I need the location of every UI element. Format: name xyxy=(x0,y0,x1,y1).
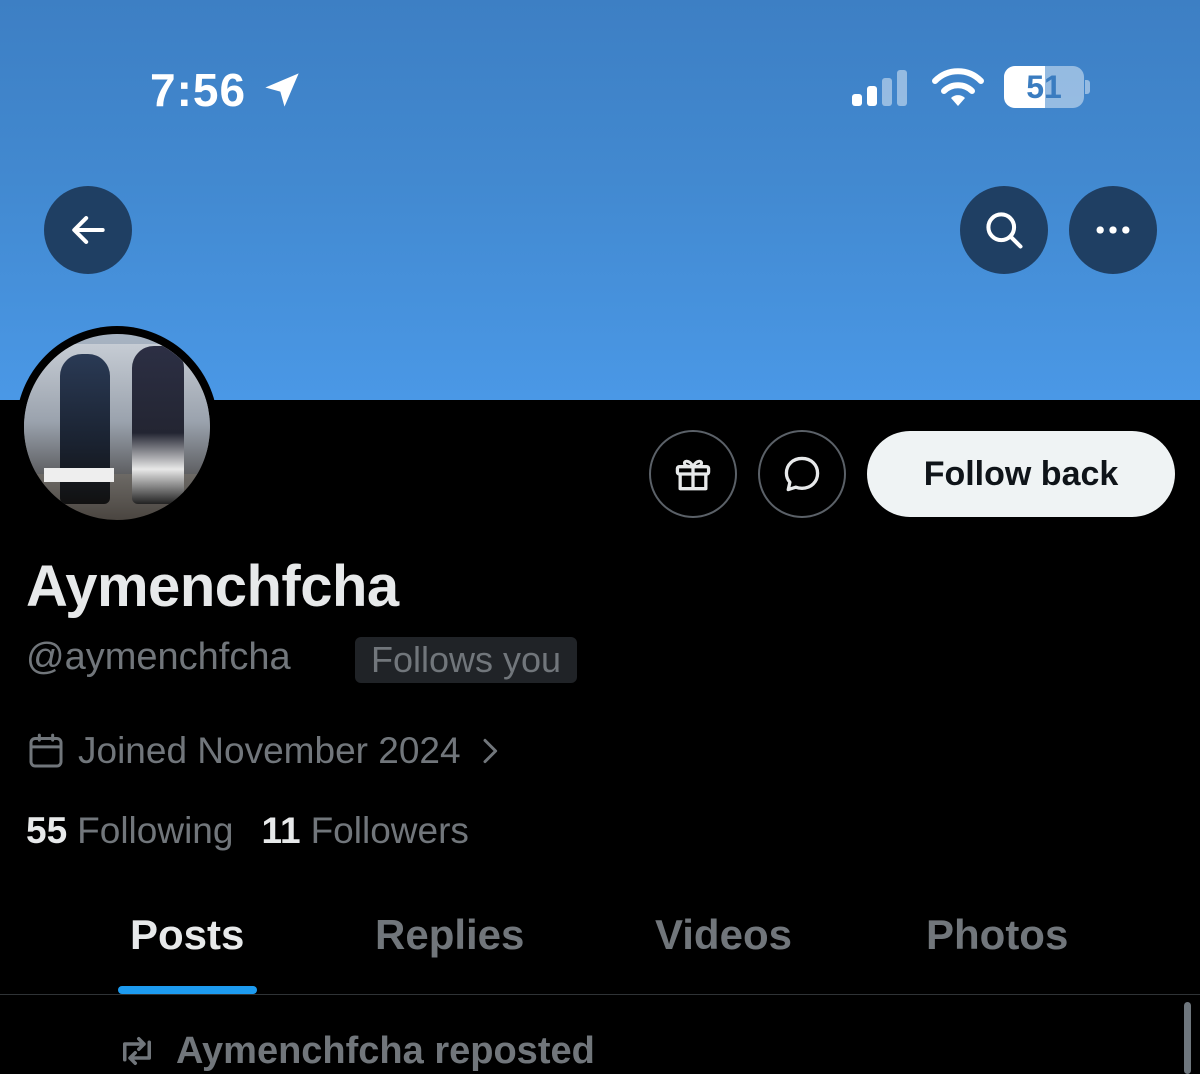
repost-label: Aymenchfcha reposted xyxy=(176,1030,595,1072)
avatar-wrapper[interactable] xyxy=(16,326,218,528)
search-icon xyxy=(986,212,1023,249)
avatar-photo-plate xyxy=(44,468,114,482)
following-count[interactable]: 55 xyxy=(26,810,67,852)
wifi-icon xyxy=(932,68,984,106)
avatar[interactable] xyxy=(24,334,210,520)
user-handle: @aymenchfcha xyxy=(26,636,291,678)
tab-posts[interactable]: Posts xyxy=(130,910,244,960)
battery-indicator: 51 xyxy=(1004,66,1084,108)
back-arrow-icon xyxy=(72,216,105,244)
cellular-signal-icon xyxy=(852,70,907,106)
battery-tip xyxy=(1085,80,1090,94)
follow-back-button[interactable]: Follow back xyxy=(867,431,1175,517)
repost-icon xyxy=(123,1037,151,1065)
follows-you-badge: Follows you xyxy=(355,637,578,683)
more-options-button[interactable] xyxy=(1069,186,1157,274)
joined-date-row[interactable]: Joined November 2024 xyxy=(26,728,505,774)
calendar-icon xyxy=(29,733,63,768)
tab-videos[interactable]: Videos xyxy=(655,910,792,960)
tab-replies[interactable]: Replies xyxy=(375,910,524,960)
display-name: Aymenchfcha xyxy=(26,554,399,619)
search-button[interactable] xyxy=(960,186,1048,274)
battery-percent: 51 xyxy=(1026,69,1062,105)
followers-label[interactable]: Followers xyxy=(311,810,469,852)
message-icon xyxy=(784,456,820,492)
active-tab-indicator xyxy=(118,986,257,994)
status-time: 7:56 xyxy=(150,64,247,116)
following-label[interactable]: Following xyxy=(77,810,233,852)
chevron-right-icon xyxy=(483,738,497,764)
scrollbar[interactable] xyxy=(1184,1002,1191,1074)
more-icon xyxy=(1096,226,1130,234)
tab-photos[interactable]: Photos xyxy=(926,910,1068,960)
back-button[interactable] xyxy=(44,186,132,274)
gift-icon xyxy=(675,459,711,491)
tabs-divider xyxy=(0,994,1200,995)
gift-button[interactable] xyxy=(649,430,737,518)
follow-stats: 55 Following 11 Followers xyxy=(26,808,497,854)
profile-tabs: Posts Replies Videos Photos xyxy=(0,900,1200,996)
repost-header[interactable]: Aymenchfcha reposted xyxy=(116,1026,595,1074)
joined-date: Joined November 2024 xyxy=(78,730,461,771)
followers-count[interactable]: 11 xyxy=(261,810,300,852)
location-arrow-icon xyxy=(265,73,299,107)
avatar-photo-person xyxy=(132,346,184,504)
message-button[interactable] xyxy=(758,430,846,518)
